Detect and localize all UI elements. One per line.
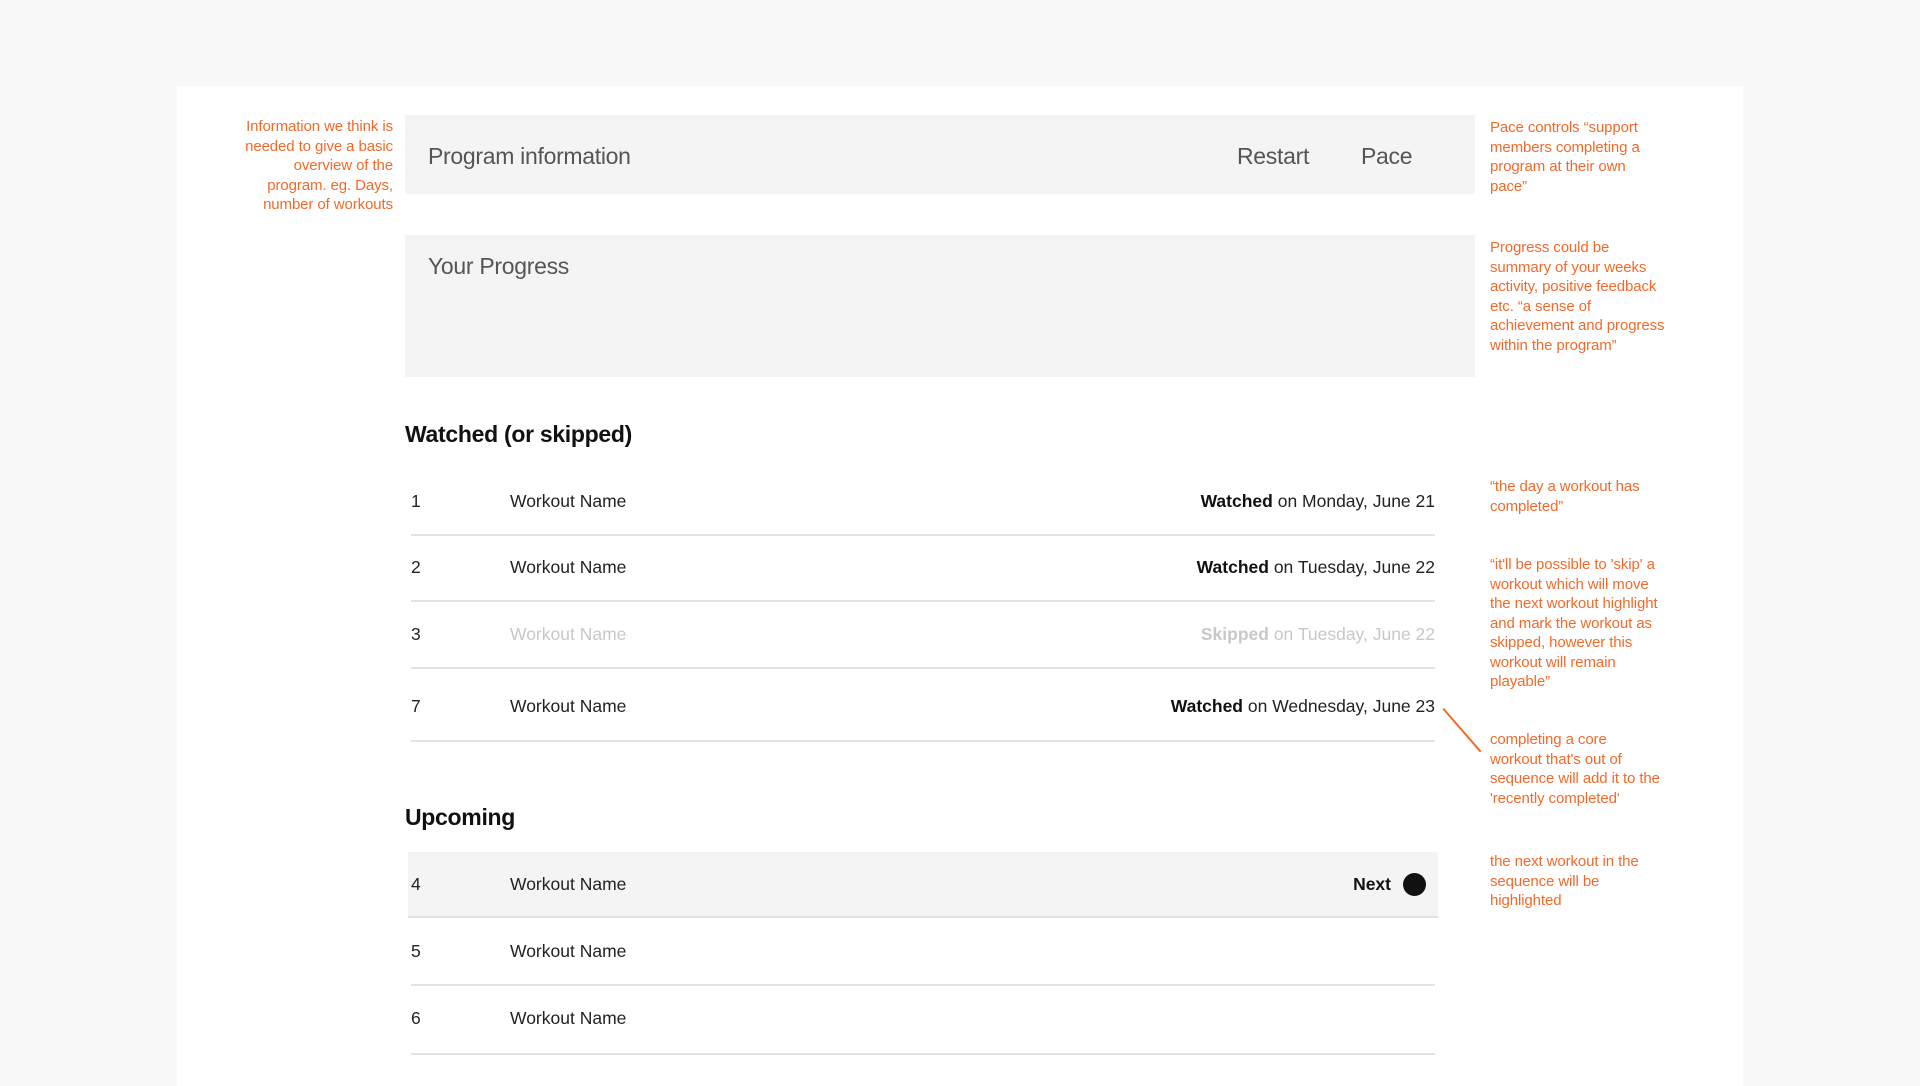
watched-row[interactable]: 7 Workout Name Watched on Wednesday, Jun…	[411, 672, 1435, 742]
next-status: Next	[1353, 852, 1426, 916]
workout-number: 4	[411, 874, 421, 894]
workout-status: Skipped on Tuesday, June 22	[1201, 601, 1435, 667]
program-information-title: Program information	[428, 143, 631, 169]
watched-heading: Watched (or skipped)	[405, 421, 632, 447]
upcoming-row[interactable]: 6 Workout Name	[411, 984, 1435, 1055]
status-label: Watched	[1200, 491, 1273, 511]
status-label: Watched	[1170, 696, 1243, 716]
status-date: on Tuesday, June 22	[1268, 557, 1435, 577]
workout-name: Workout Name	[510, 874, 627, 894]
workout-name: Workout Name	[510, 624, 627, 644]
annotation-out-of-sequence: completing a core workout that's out of …	[1490, 731, 1660, 807]
workout-status: Watched on Tuesday, June 22	[1197, 534, 1435, 600]
annotation-pace: Pace controls “support members completin…	[1490, 119, 1640, 195]
workout-number: 1	[411, 491, 421, 511]
workout-number: 2	[411, 557, 421, 577]
progress-title: Your Progress	[428, 253, 569, 279]
watched-row[interactable]: 1 Workout Name Watched on Monday, June 2…	[411, 468, 1435, 536]
program-information-panel: Program information Restart Pace	[405, 115, 1475, 194]
upcoming-heading: Upcoming	[405, 804, 516, 830]
workout-number: 3	[411, 624, 421, 644]
next-indicator-icon	[1403, 872, 1426, 896]
workout-name: Workout Name	[510, 557, 627, 577]
workout-number: 5	[411, 941, 421, 961]
watched-row[interactable]: 2 Workout Name Watched on Tuesday, June …	[411, 534, 1435, 602]
annotation-program-info: Information we think is needed to give a…	[245, 118, 393, 213]
annotation-progress: Progress could be summary of your weeks …	[1490, 239, 1665, 354]
workout-number: 6	[411, 1008, 421, 1028]
next-label: Next	[1353, 874, 1391, 894]
workout-status: Watched on Monday, June 21	[1201, 468, 1435, 534]
workout-name: Workout Name	[510, 941, 627, 961]
annotation-completed-day: “the day a workout has completed”	[1490, 478, 1640, 515]
annotation-skip: “it'll be possible to 'skip' a workout w…	[1490, 556, 1658, 690]
skipped-row[interactable]: 3 Workout Name Skipped on Tuesday, June …	[411, 601, 1435, 669]
upcoming-row[interactable]: 5 Workout Name	[411, 918, 1435, 986]
status-date: on Tuesday, June 22	[1268, 624, 1435, 644]
workout-name: Workout Name	[510, 696, 627, 716]
next-workout-row[interactable]: 4 Workout Name Next	[408, 852, 1438, 918]
annotation-next-highlight: the next workout in the sequence will be…	[1490, 853, 1639, 909]
workout-name: Workout Name	[510, 1008, 627, 1028]
pace-button[interactable]: Pace	[1361, 143, 1413, 170]
status-date: on Monday, June 21	[1272, 491, 1435, 511]
progress-panel: Your Progress	[405, 235, 1475, 377]
status-label: Watched	[1196, 557, 1269, 577]
status-date: on Wednesday, June 23	[1243, 696, 1435, 716]
workout-name: Workout Name	[510, 491, 627, 511]
status-label: Skipped	[1200, 624, 1269, 644]
restart-button[interactable]: Restart	[1237, 143, 1309, 170]
workout-status: Watched on Wednesday, June 23	[1171, 672, 1435, 740]
workout-number: 7	[411, 696, 421, 716]
